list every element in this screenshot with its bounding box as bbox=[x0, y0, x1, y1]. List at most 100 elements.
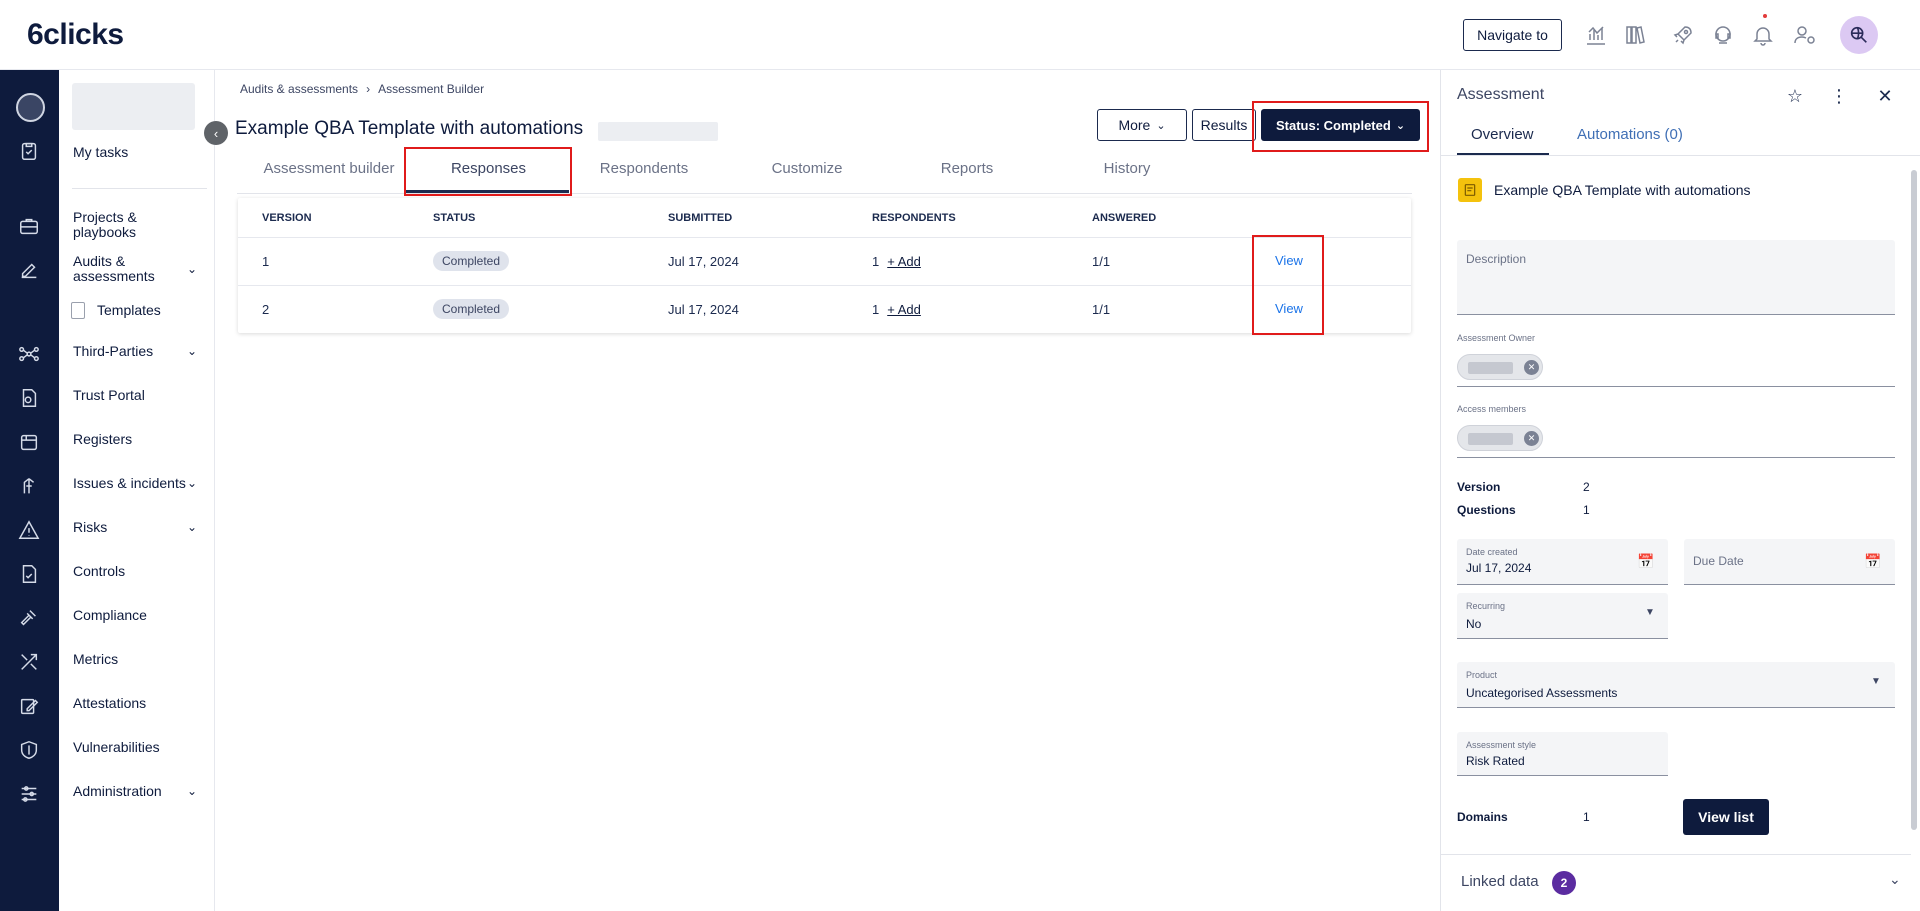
add-respondent-link[interactable]: + Add bbox=[887, 302, 921, 317]
briefcase-icon[interactable] bbox=[15, 212, 43, 240]
ai-assistant-avatar[interactable] bbox=[1840, 16, 1878, 54]
cell-respondents: 1 + Add bbox=[872, 254, 921, 269]
gavel-icon[interactable] bbox=[15, 604, 43, 632]
tab-automations[interactable]: Automations (0) bbox=[1577, 126, 1683, 143]
star-icon[interactable]: ☆ bbox=[1783, 84, 1807, 108]
access-underline bbox=[1457, 457, 1895, 458]
breadcrumb-parent[interactable]: Audits & assessments bbox=[240, 82, 358, 96]
nav-registers[interactable]: Registers bbox=[73, 432, 132, 447]
chevron-down-icon[interactable]: ⌄ bbox=[187, 476, 197, 490]
more-label: More bbox=[1118, 117, 1151, 133]
linked-data-section[interactable]: Linked data 2 ⌄ bbox=[1441, 854, 1911, 911]
nav-templates[interactable]: Templates bbox=[71, 300, 201, 320]
calendar-icon[interactable]: 📅 bbox=[1637, 553, 1654, 570]
tab-respondents[interactable]: Respondents bbox=[574, 160, 714, 177]
view-list-button[interactable]: View list bbox=[1683, 799, 1769, 835]
navigate-to-button[interactable]: Navigate to bbox=[1463, 19, 1562, 51]
nav-risks[interactable]: Risks bbox=[73, 520, 107, 535]
product-select[interactable]: Product Uncategorised Assessments ▼ bbox=[1457, 662, 1895, 708]
incidents-icon[interactable] bbox=[15, 472, 43, 500]
nav-my-tasks[interactable]: My tasks bbox=[73, 145, 128, 160]
domains-label: Domains bbox=[1457, 810, 1508, 824]
more-vert-icon[interactable]: ⋮ bbox=[1827, 84, 1851, 108]
notifications-bell-icon[interactable] bbox=[1750, 22, 1776, 48]
more-button[interactable]: More ⌄ bbox=[1097, 109, 1187, 141]
nav-trust-portal[interactable]: Trust Portal bbox=[73, 388, 145, 403]
portal-icon[interactable] bbox=[15, 384, 43, 412]
user-avatar[interactable] bbox=[16, 93, 45, 122]
analytics-icon[interactable] bbox=[1583, 22, 1609, 48]
assessment-style-field[interactable]: Assessment style Risk Rated bbox=[1457, 732, 1668, 776]
edit-icon[interactable] bbox=[15, 256, 43, 284]
warning-icon[interactable] bbox=[15, 516, 43, 544]
register-icon[interactable] bbox=[15, 428, 43, 456]
nav-controls[interactable]: Controls bbox=[73, 564, 125, 579]
side-nav: My tasks Projects & playbooks Audits & a… bbox=[59, 70, 215, 911]
linked-data-label: Linked data bbox=[1461, 873, 1539, 890]
nav-issues-incidents[interactable]: Issues & incidents bbox=[73, 476, 186, 491]
tab-customize[interactable]: Customize bbox=[737, 160, 877, 177]
rocket-icon[interactable] bbox=[1670, 22, 1696, 48]
tools-icon[interactable] bbox=[15, 648, 43, 676]
nav-vulnerabilities[interactable]: Vulnerabilities bbox=[73, 740, 160, 755]
sliders-icon[interactable] bbox=[15, 780, 43, 808]
nav-third-parties[interactable]: Third-Parties bbox=[73, 344, 153, 359]
nav-attestations[interactable]: Attestations bbox=[73, 696, 146, 711]
nav-audits-assessments[interactable]: Audits & assessments bbox=[73, 254, 173, 284]
row-divider bbox=[238, 237, 1411, 238]
nav-compliance[interactable]: Compliance bbox=[73, 608, 147, 623]
nav-administration[interactable]: Administration bbox=[73, 784, 162, 799]
due-date-field[interactable]: Due Date 📅 bbox=[1684, 539, 1895, 585]
tab-assessment-builder[interactable]: Assessment builder bbox=[259, 160, 399, 177]
questions-label: Questions bbox=[1457, 503, 1516, 517]
remove-chip-icon[interactable]: ✕ bbox=[1524, 431, 1539, 446]
breadcrumb: Audits & assessments › Assessment Builde… bbox=[240, 82, 484, 96]
collapse-nav-button[interactable]: ‹ bbox=[204, 121, 228, 145]
close-icon[interactable]: ✕ bbox=[1873, 84, 1897, 108]
status-badge: Completed bbox=[433, 299, 510, 319]
library-icon[interactable] bbox=[1622, 22, 1648, 48]
nav-projects-playbooks[interactable]: Projects & playbooks bbox=[73, 210, 183, 240]
col-header-version: VERSION bbox=[262, 212, 312, 224]
tab-overview[interactable]: Overview bbox=[1471, 126, 1534, 143]
dropdown-arrow-icon: ▼ bbox=[1871, 676, 1881, 687]
add-respondent-link[interactable]: + Add bbox=[887, 254, 921, 269]
cell-answered: 1/1 bbox=[1092, 254, 1111, 269]
chevron-down-icon[interactable]: ⌄ bbox=[187, 784, 197, 798]
network-icon[interactable] bbox=[15, 340, 43, 368]
panel-scrollbar[interactable] bbox=[1911, 170, 1917, 830]
cell-submitted: Jul 17, 2024 bbox=[668, 302, 739, 317]
remove-chip-icon[interactable]: ✕ bbox=[1524, 360, 1539, 375]
questions-value: 1 bbox=[1583, 503, 1590, 517]
chevron-down-icon[interactable]: ⌄ bbox=[187, 520, 197, 534]
date-created-value: Jul 17, 2024 bbox=[1466, 561, 1532, 575]
user-settings-icon[interactable] bbox=[1792, 22, 1818, 48]
icon-rail bbox=[0, 70, 59, 911]
owner-chip[interactable]: ✕ bbox=[1457, 354, 1543, 380]
support-icon[interactable] bbox=[1710, 22, 1736, 48]
notification-dot bbox=[1763, 14, 1767, 18]
product-value: Uncategorised Assessments bbox=[1466, 686, 1618, 700]
access-member-chip[interactable]: ✕ bbox=[1457, 425, 1543, 451]
shield-icon[interactable] bbox=[15, 736, 43, 764]
chevron-down-icon[interactable]: ⌄ bbox=[187, 344, 197, 358]
col-header-status: STATUS bbox=[433, 212, 476, 224]
description-label: Description bbox=[1466, 252, 1527, 266]
date-created-field[interactable]: Date created Jul 17, 2024 📅 bbox=[1457, 539, 1668, 585]
app-logo[interactable]: 6clicks bbox=[27, 18, 124, 52]
tasks-icon[interactable] bbox=[15, 137, 43, 165]
attest-icon[interactable] bbox=[15, 692, 43, 720]
calendar-icon[interactable]: 📅 bbox=[1864, 553, 1881, 570]
tab-history[interactable]: History bbox=[1057, 160, 1197, 177]
controls-icon[interactable] bbox=[15, 560, 43, 588]
highlight-box-responses bbox=[404, 147, 572, 196]
tab-reports[interactable]: Reports bbox=[897, 160, 1037, 177]
recurring-select[interactable]: Recurring No ▼ bbox=[1457, 593, 1668, 639]
nav-metrics[interactable]: Metrics bbox=[73, 652, 118, 667]
page-title: Example QBA Template with automations bbox=[235, 118, 584, 139]
chevron-down-icon[interactable]: ⌄ bbox=[187, 262, 197, 276]
description-field[interactable]: Description bbox=[1457, 240, 1895, 315]
chevron-down-icon[interactable]: ⌄ bbox=[1889, 871, 1901, 888]
results-button[interactable]: Results bbox=[1192, 109, 1256, 141]
assessment-panel: Assessment ☆ ⋮ ✕ Overview Automations (0… bbox=[1440, 70, 1920, 911]
